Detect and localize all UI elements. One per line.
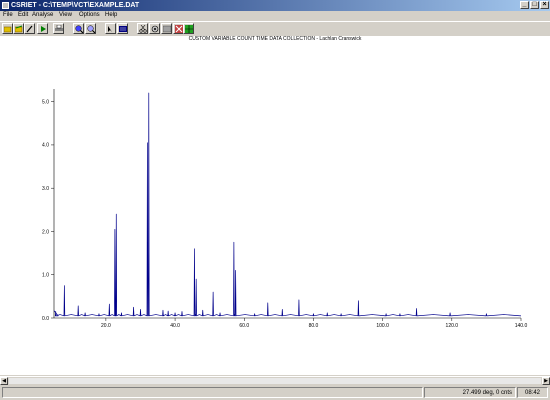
close-red-icon xyxy=(175,25,183,33)
settings-button[interactable] xyxy=(149,23,160,34)
status-bar: 27.499 deg, 0 cnts 08:42 xyxy=(0,385,550,400)
menu-bar: File Edit Analyse View Options Help xyxy=(0,11,550,20)
cut-button[interactable] xyxy=(137,23,148,34)
status-position: 27.499 deg, 0 cnts xyxy=(424,387,516,398)
status-time: 08:42 xyxy=(517,387,548,398)
y-tick-label: 4.0 xyxy=(42,143,49,149)
x-tick-label: 140.0 xyxy=(515,323,528,329)
data-list-button[interactable] xyxy=(117,23,128,34)
grid-icon xyxy=(185,25,193,33)
open-folder-icon xyxy=(15,25,23,33)
scroll-left-arrow[interactable]: ◀ xyxy=(0,377,8,385)
settings-icon xyxy=(151,25,159,33)
play-button[interactable] xyxy=(37,23,48,34)
menu-edit[interactable]: Edit xyxy=(16,11,30,20)
zoom-out-icon xyxy=(87,25,95,33)
y-tick-label: 1.0 xyxy=(42,273,49,279)
play-icon xyxy=(41,26,46,32)
maximize-button[interactable]: □ xyxy=(530,1,539,9)
menu-options[interactable]: Options xyxy=(77,11,102,20)
pattern-line xyxy=(53,92,522,317)
menu-help[interactable]: Help xyxy=(103,11,119,20)
image-icon xyxy=(163,25,171,33)
scroll-right-arrow[interactable]: ▶ xyxy=(542,377,550,385)
x-tick-label: 120.0 xyxy=(446,323,459,329)
open-icon xyxy=(4,26,12,33)
scroll-track[interactable] xyxy=(9,378,541,384)
x-tick-label: 100.0 xyxy=(376,323,389,329)
data-list-icon xyxy=(119,26,127,32)
title-bar: CSRIET - C:\TEMP\VCT\EXAMPLE.DAT _ □ × xyxy=(0,0,550,11)
tool-button-extra[interactable] xyxy=(183,23,194,34)
cut-scissors-icon xyxy=(139,25,147,33)
app-icon[interactable] xyxy=(2,2,9,9)
x-tick-label: 80.0 xyxy=(309,323,319,329)
x-tick-label: 40.0 xyxy=(170,323,180,329)
edit-button[interactable] xyxy=(24,23,35,34)
diffraction-chart: 0.0 1.0 2.0 3.0 4.0 5.0 20.0 40.0 60.0 80.0 100.0 1… xyxy=(42,89,528,329)
zoom-out-button[interactable] xyxy=(85,23,96,34)
y-tick-label: 0.0 xyxy=(42,316,49,322)
close-button[interactable]: × xyxy=(540,1,549,9)
x-tick-label: 20.0 xyxy=(101,323,111,329)
menu-analyse[interactable]: Analyse xyxy=(30,11,55,20)
print-icon xyxy=(55,25,63,31)
edit-pen-icon xyxy=(26,25,33,33)
plot-area[interactable]: CUSTOM VARIABLE COUNT TIME DATA COLLECTI… xyxy=(0,36,550,375)
x-tick-label: 60.0 xyxy=(239,323,249,329)
minimize-button[interactable]: _ xyxy=(520,1,529,9)
y-tick-label: 3.0 xyxy=(42,186,49,192)
y-tick-label: 5.0 xyxy=(42,99,49,105)
zoom-in-button[interactable] xyxy=(73,23,84,34)
menu-file[interactable]: File xyxy=(1,11,15,20)
status-panel-main xyxy=(2,387,423,398)
open-folder-button[interactable] xyxy=(13,23,24,34)
cursor-select-icon xyxy=(108,26,112,32)
open-button[interactable] xyxy=(2,23,13,34)
image-button[interactable] xyxy=(161,23,172,34)
horizontal-scrollbar[interactable]: ◀ ▶ xyxy=(0,376,550,385)
y-tick-label: 2.0 xyxy=(42,229,49,235)
menu-view[interactable]: View xyxy=(57,11,74,20)
window-title: CSRIET - C:\TEMP\VCT\EXAMPLE.DAT xyxy=(11,2,140,9)
zoom-in-icon xyxy=(75,25,83,33)
print-button[interactable] xyxy=(53,23,64,34)
toolbar xyxy=(0,21,550,36)
cursor-select-button[interactable] xyxy=(105,23,116,34)
